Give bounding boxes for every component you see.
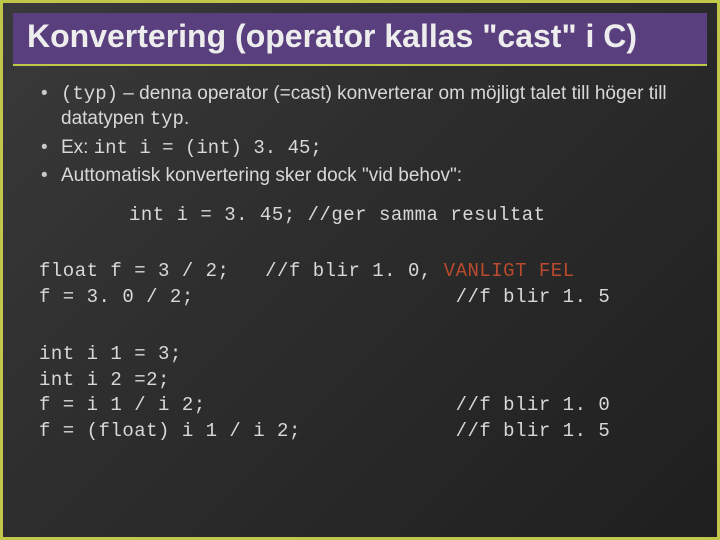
bullet2-code: int i = (int) 3. 45;: [94, 137, 322, 159]
bullet-list: (typ) – denna operator (=cast) konverter…: [39, 82, 687, 189]
code2-line1: int i 1 = 3;: [39, 343, 182, 365]
code-block-1: float f = 3 / 2; //f blir 1. 0, VANLIGT …: [39, 234, 687, 311]
slide-body: (typ) – denna operator (=cast) konverter…: [3, 66, 717, 445]
bullet1-code2: typ: [150, 108, 184, 130]
bullet-item-3: Auttomatisk konvertering sker dock "vid …: [39, 164, 687, 189]
page-title: Konvertering (operator kallas "cast" i C…: [27, 19, 693, 54]
code-block-2: int i 1 = 3; int i 2 =2; f = i 1 / i 2; …: [39, 317, 687, 445]
code1-line1-comment: //f blir 1. 0,: [265, 260, 444, 282]
bullet1-period: .: [184, 108, 189, 129]
bullet3-code-line: int i = 3. 45; //ger samma resultat: [129, 203, 687, 228]
code2-line3: f = i 1 / i 2; //f blir 1. 0: [39, 394, 610, 416]
code1-line1-left: float f = 3 / 2;: [39, 260, 265, 282]
bullet2-prefix: Ex:: [61, 137, 94, 158]
code1-line2: f = 3. 0 / 2; //f blir 1. 5: [39, 286, 610, 308]
slide: Konvertering (operator kallas "cast" i C…: [0, 0, 720, 540]
code2-line2: int i 2 =2;: [39, 369, 170, 391]
bullet1-code: (typ): [61, 83, 118, 105]
title-band: Konvertering (operator kallas "cast" i C…: [13, 13, 707, 66]
bullet-item-2: Ex: int i = (int) 3. 45;: [39, 136, 687, 161]
bullet3-text: Auttomatisk konvertering sker dock "vid …: [61, 165, 462, 186]
code2-line4: f = (float) i 1 / i 2; //f blir 1. 5: [39, 420, 610, 442]
bullet-item-1: (typ) – denna operator (=cast) konverter…: [39, 82, 687, 131]
code1-line1-warning: VANLIGT FEL: [444, 260, 575, 282]
